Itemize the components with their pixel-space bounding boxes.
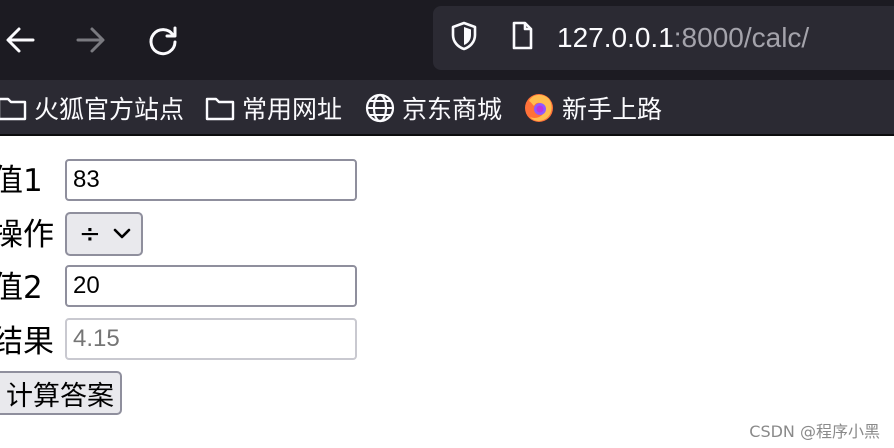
shield-icon[interactable] [448,20,480,52]
folder-icon [0,97,27,120]
bookmarks-bar: 火狐官方站点 常用网址 京东商城 新手上路 [0,80,894,135]
chevron-down-icon [113,228,131,239]
bookmark-common-sites[interactable]: 常用网址 [204,80,342,135]
value2-input[interactable] [65,265,357,307]
bookmark-getting-started[interactable]: 新手上路 [522,80,662,135]
url-path: :8000/calc/ [673,22,810,53]
page-icon[interactable] [506,20,538,52]
back-arrow-icon [6,27,35,53]
globe-icon [365,93,395,122]
result-field[interactable] [65,318,357,360]
url-host: 127.0.0.1 [557,22,674,53]
browser-toolbar: 127.0.0.1:8000/calc/ [0,0,894,80]
watermark: CSDN @程序小黑 [749,422,880,441]
bookmark-label: 火狐官方站点 [34,94,185,124]
value2-label: 值2 [0,270,43,306]
bookmark-jd-mall[interactable]: 京东商城 [364,80,502,135]
bookmark-label: 常用网址 [242,94,343,124]
value1-label: 值1 [0,163,43,199]
folder-icon [205,97,235,120]
bookmark-firefox-official[interactable]: 火狐官方站点 [0,80,184,135]
reload-icon [149,26,177,56]
operation-select[interactable]: ÷ [65,212,143,256]
forward-button[interactable] [71,20,111,60]
bookmark-label: 京东商城 [402,94,503,124]
back-button[interactable] [0,20,40,60]
value1-input[interactable] [65,159,357,201]
url-text[interactable]: 127.0.0.1:8000/calc/ [557,18,809,58]
firefox-icon [525,93,553,122]
calculate-button[interactable]: 计算答案 [0,371,122,415]
operation-selected-value: ÷ [79,219,101,249]
result-label: 结果 [0,324,54,360]
bookmark-label: 新手上路 [562,94,663,124]
forward-arrow-icon [76,27,105,53]
operation-label: 操作 [0,217,54,253]
reload-button[interactable] [143,20,183,60]
toolbar-divider [0,134,894,136]
